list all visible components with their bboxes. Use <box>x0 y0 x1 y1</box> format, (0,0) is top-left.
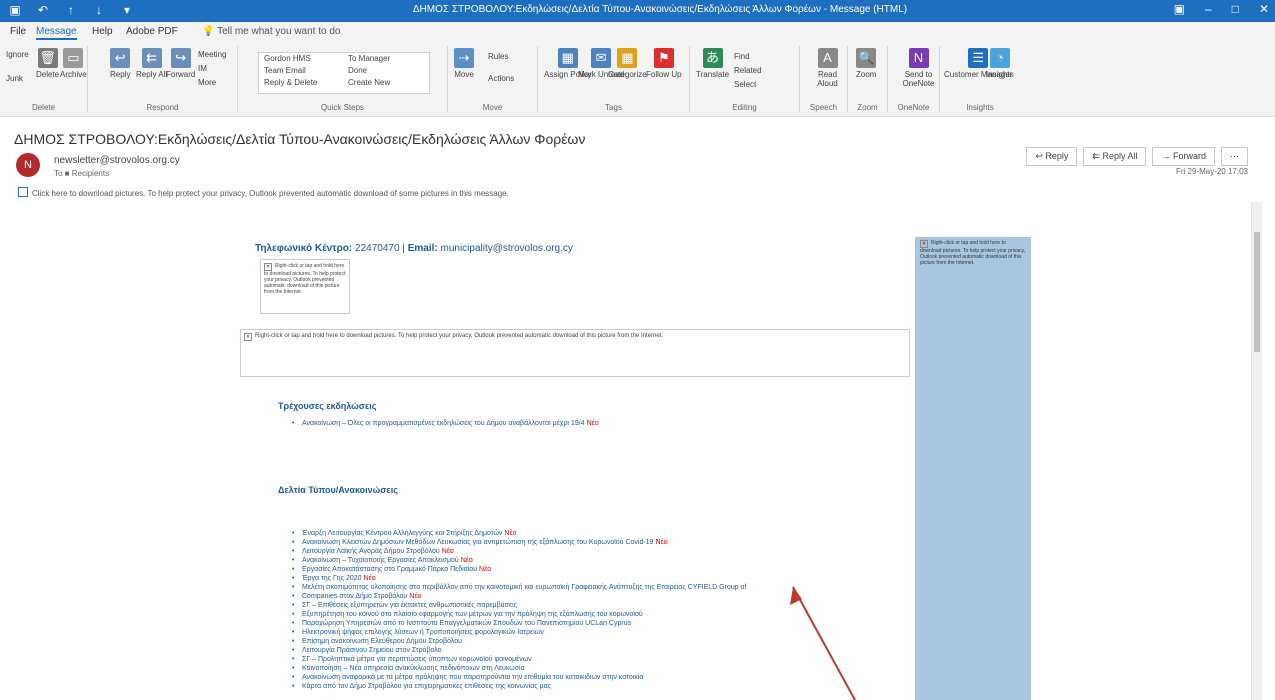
tab-help[interactable]: Help <box>92 26 113 37</box>
tell-me-search[interactable]: 💡 Tell me what you want to do <box>202 26 340 37</box>
group-zoom: 🔍 Zoom Zoom <box>848 46 888 112</box>
tab-message[interactable]: Message <box>36 26 77 40</box>
group-insights: ☰ Customer Manager ◔ Insights Insights <box>940 46 1020 112</box>
read-aloud-button[interactable]: A Read Aloud <box>808 48 847 88</box>
save-icon[interactable]: ▣ <box>8 3 22 17</box>
window-controls: ▣ – □ ✕ <box>1174 2 1269 16</box>
down-arrow-icon[interactable]: ↓ <box>92 3 106 17</box>
customize-icon[interactable]: ▾ <box>120 3 134 17</box>
move-button[interactable]: ⇢ Move <box>454 48 474 79</box>
quickstep-done[interactable]: Done <box>348 66 367 75</box>
meeting-button[interactable]: Meeting <box>198 50 226 59</box>
group-label-quick-steps: Quick Steps <box>320 103 365 112</box>
group-speech: A Read Aloud Speech <box>800 46 848 112</box>
reading-pane: ΔΗΜΟΣ ΣΤΡΟΒΟΛΟΥ:Εκδηλώσεις/Δελτία Τύπου-… <box>0 117 1262 700</box>
ignore-button[interactable]: Ignore <box>6 50 29 59</box>
group-label-onenote: OneNote <box>897 103 930 112</box>
junk-button[interactable]: Junk <box>6 74 23 83</box>
quickstep-to-manager[interactable]: To Manager <box>348 54 390 63</box>
select-button[interactable]: Select <box>734 80 756 89</box>
read-aloud-icon: A <box>817 48 838 68</box>
forward-icon: ↪ <box>170 48 191 68</box>
onenote-icon: N <box>908 48 929 68</box>
quickstep-reply-delete[interactable]: Reply & Delete <box>264 78 317 87</box>
categorize-button[interactable]: ▦ Categorize <box>608 48 647 79</box>
maximize-button[interactable]: □ <box>1232 2 1239 16</box>
move-icon: ⇢ <box>454 48 474 68</box>
magnifier-icon: 🔍 <box>856 48 877 68</box>
ribbon-display-icon[interactable]: ▣ <box>1174 2 1185 16</box>
group-move: ⇢ Move Rules Actions Move <box>448 46 538 112</box>
tab-adobe-pdf[interactable]: Adobe PDF <box>126 26 178 37</box>
archive-button[interactable]: ▭ Archive <box>60 48 87 79</box>
group-label-speech: Speech <box>809 103 838 112</box>
group-label-move: Move <box>482 103 503 112</box>
undo-icon[interactable]: ↶ <box>36 3 50 17</box>
close-button[interactable]: ✕ <box>1259 2 1269 16</box>
minimize-button[interactable]: – <box>1205 2 1212 16</box>
categorize-icon: ▦ <box>617 48 638 68</box>
quickstep-team-email[interactable]: Team Email <box>264 66 306 75</box>
insights-icon: ◔ <box>989 48 1010 68</box>
reply-all-button[interactable]: ⇇ Reply All <box>136 48 167 79</box>
group-onenote: N Send to OneNote OneNote <box>888 46 940 112</box>
group-tags: ▦ Assign Policy ✉ Mark Unread ▦ Categorize … <box>538 46 690 112</box>
group-respond: ↩ Reply ⇇ Reply All ↪ Forward Meeting IM Mo… <box>88 46 238 112</box>
group-label-editing: Editing <box>732 103 757 112</box>
actions-button[interactable]: Actions <box>488 74 514 83</box>
translate-icon: あ <box>702 48 723 68</box>
title-bar: ▣ ↶ ↑ ↓ ▾ ΔΗΜΟΣ ΣΤΡΟΒΟΛΟΥ:Εκδηλώσεις/Δελ… <box>0 0 1275 22</box>
follow-up-button[interactable]: ⚑ Follow Up <box>646 48 682 79</box>
up-arrow-icon[interactable]: ↑ <box>64 3 78 17</box>
group-label-zoom: Zoom <box>857 103 878 112</box>
group-delete: Ignore Junk 🗑 Delete ▭ Archive Delete <box>0 46 88 112</box>
send-to-onenote-button[interactable]: N Send to OneNote <box>898 48 939 88</box>
annotation-arrow <box>790 586 856 700</box>
zoom-button[interactable]: 🔍 Zoom <box>856 48 876 79</box>
ribbon-tabs: File Message Help Adobe PDF 💡 Tell me wh… <box>0 22 1275 42</box>
reply-all-icon: ⇇ <box>141 48 162 68</box>
reply-button[interactable]: ↩ Reply <box>110 48 130 79</box>
related-button[interactable]: Related <box>734 66 762 75</box>
insights-button[interactable]: ◔ Insights <box>986 48 1014 79</box>
ribbon: Ignore Junk 🗑 Delete ▭ Archive Delete ↩ Rep… <box>0 42 1275 117</box>
quickstep-gordon-hms[interactable]: Gordon HMS <box>264 54 311 63</box>
quick-access-toolbar: ▣ ↶ ↑ ↓ ▾ <box>8 3 134 17</box>
policy-icon: ▦ <box>557 48 578 68</box>
rules-button[interactable]: Rules <box>488 52 508 61</box>
tell-me-text: Tell me what you want to do <box>217 26 341 37</box>
window-title: ΔΗΜΟΣ ΣΤΡΟΒΟΛΟΥ:Εκδηλώσεις/Δελτία Τύπου-… <box>412 4 908 15</box>
archive-icon: ▭ <box>63 48 84 68</box>
delete-icon: 🗑 <box>37 48 58 68</box>
translate-button[interactable]: あ Translate <box>696 48 729 79</box>
reply-icon: ↩ <box>110 48 131 68</box>
lightbulb-icon: 💡 <box>202 26 215 37</box>
group-quick-steps: Gordon HMS Team Email Reply & Delete To … <box>238 46 448 112</box>
group-label-insights: Insights <box>966 103 994 112</box>
quickstep-create-new[interactable]: Create New <box>348 78 390 87</box>
forward-button[interactable]: ↪ Forward <box>166 48 195 79</box>
find-button[interactable]: Find <box>734 52 750 61</box>
group-label-respond: Respond <box>146 103 179 112</box>
im-button[interactable]: IM <box>198 64 207 73</box>
more-button[interactable]: More <box>198 78 216 87</box>
group-editing: あ Translate Find Related Select Editing <box>690 46 800 112</box>
flag-icon: ⚑ <box>653 48 674 68</box>
group-label-delete: Delete <box>31 103 56 112</box>
group-label-tags: Tags <box>605 103 622 112</box>
delete-button[interactable]: 🗑 Delete <box>36 48 59 79</box>
tab-file[interactable]: File <box>10 26 26 37</box>
